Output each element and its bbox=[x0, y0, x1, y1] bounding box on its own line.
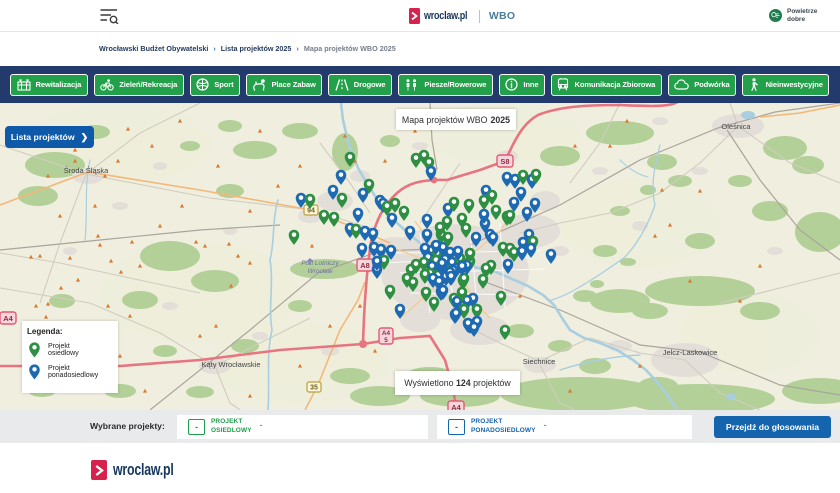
svg-text:Oleśnica: Oleśnica bbox=[721, 122, 751, 131]
svg-text:S8: S8 bbox=[500, 157, 509, 166]
svg-text:35: 35 bbox=[310, 385, 318, 392]
svg-text:Siechnice: Siechnice bbox=[523, 357, 556, 366]
svg-text:Wrocław: Wrocław bbox=[308, 268, 334, 275]
svg-text:Jelcz-Laskowice: Jelcz-Laskowice bbox=[663, 348, 718, 357]
svg-text:Kąty Wrocławskie: Kąty Wrocławskie bbox=[201, 360, 260, 369]
svg-text:A4: A4 bbox=[451, 403, 461, 410]
svg-text:A4: A4 bbox=[3, 314, 13, 323]
svg-text:5: 5 bbox=[384, 337, 388, 344]
svg-text:A8: A8 bbox=[360, 261, 370, 270]
svg-text:A4: A4 bbox=[382, 330, 391, 337]
svg-text:94: 94 bbox=[307, 208, 315, 215]
svg-text:Środa Śląska: Środa Śląska bbox=[64, 166, 109, 175]
